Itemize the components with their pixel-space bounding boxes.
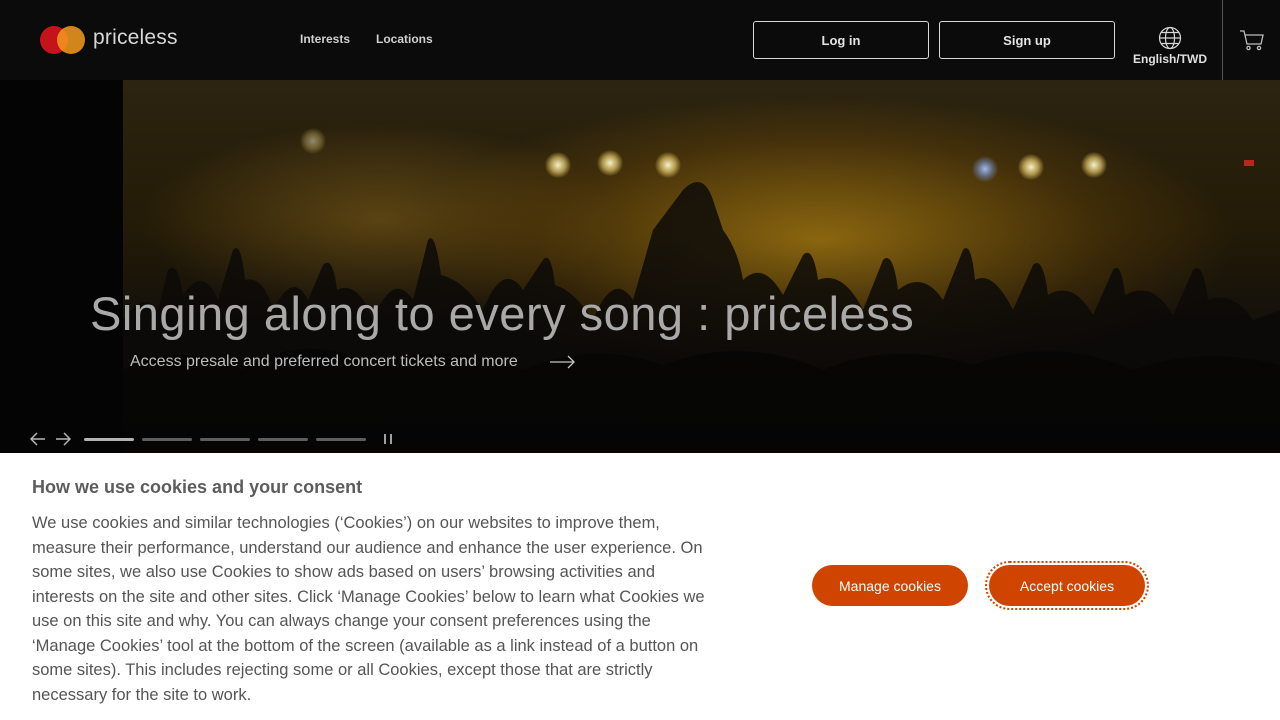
hero-left-shade — [0, 80, 123, 453]
arrow-right-icon[interactable] — [550, 355, 576, 369]
locale-label: English/TWD — [1133, 52, 1207, 66]
stage-red-light — [1244, 160, 1254, 166]
hero-subtitle-link[interactable]: Access presale and preferred concert tic… — [130, 353, 518, 371]
stage-light — [972, 156, 998, 182]
pause-icon-bar — [390, 434, 392, 444]
accept-cookies-button[interactable]: Accept cookies — [985, 561, 1149, 610]
cart-icon — [1240, 30, 1264, 51]
cookie-banner-title: How we use cookies and your consent — [32, 477, 363, 497]
carousel-dot-2[interactable] — [142, 438, 192, 441]
stage-light — [655, 152, 681, 178]
cookie-consent-banner: How we use cookies and your consent We u… — [0, 453, 1280, 720]
pause-icon — [384, 434, 386, 444]
carousel-dot-5[interactable] — [316, 438, 366, 441]
nav-interests[interactable]: Interests — [300, 32, 350, 46]
nav-locations[interactable]: Locations — [376, 32, 433, 46]
hero-title: Singing along to every song : priceless — [90, 287, 915, 340]
mastercard-logo[interactable] — [40, 26, 90, 54]
carousel-dot-4[interactable] — [258, 438, 308, 441]
carousel-next-button[interactable] — [55, 432, 71, 446]
carousel-pause-button[interactable] — [382, 432, 394, 446]
language-currency-selector[interactable]: English/TWD — [1132, 26, 1208, 72]
hero-carousel: Singing along to every song : priceless … — [0, 80, 1280, 453]
carousel-dot-1[interactable] — [84, 438, 134, 441]
stage-light — [597, 150, 623, 176]
manage-cookies-button[interactable]: Manage cookies — [812, 565, 968, 606]
signup-button[interactable]: Sign up — [939, 21, 1115, 59]
stage-light — [545, 152, 571, 178]
stage-light — [300, 128, 326, 154]
brand-name[interactable]: priceless — [93, 26, 178, 50]
cart-button[interactable] — [1238, 26, 1266, 54]
logo-orange-circle — [57, 26, 85, 54]
carousel-prev-button[interactable] — [30, 432, 46, 446]
globe-icon — [1158, 26, 1182, 50]
site-header: priceless Interests Locations Log in Sig… — [0, 0, 1280, 80]
stage-light — [1081, 152, 1107, 178]
login-button[interactable]: Log in — [753, 21, 929, 59]
stage-light — [1018, 154, 1044, 180]
hero-overlay — [123, 80, 1280, 453]
cookie-banner-text: We use cookies and similar technologies … — [32, 514, 705, 704]
header-divider — [1222, 0, 1223, 80]
carousel-dot-3[interactable] — [200, 438, 250, 441]
